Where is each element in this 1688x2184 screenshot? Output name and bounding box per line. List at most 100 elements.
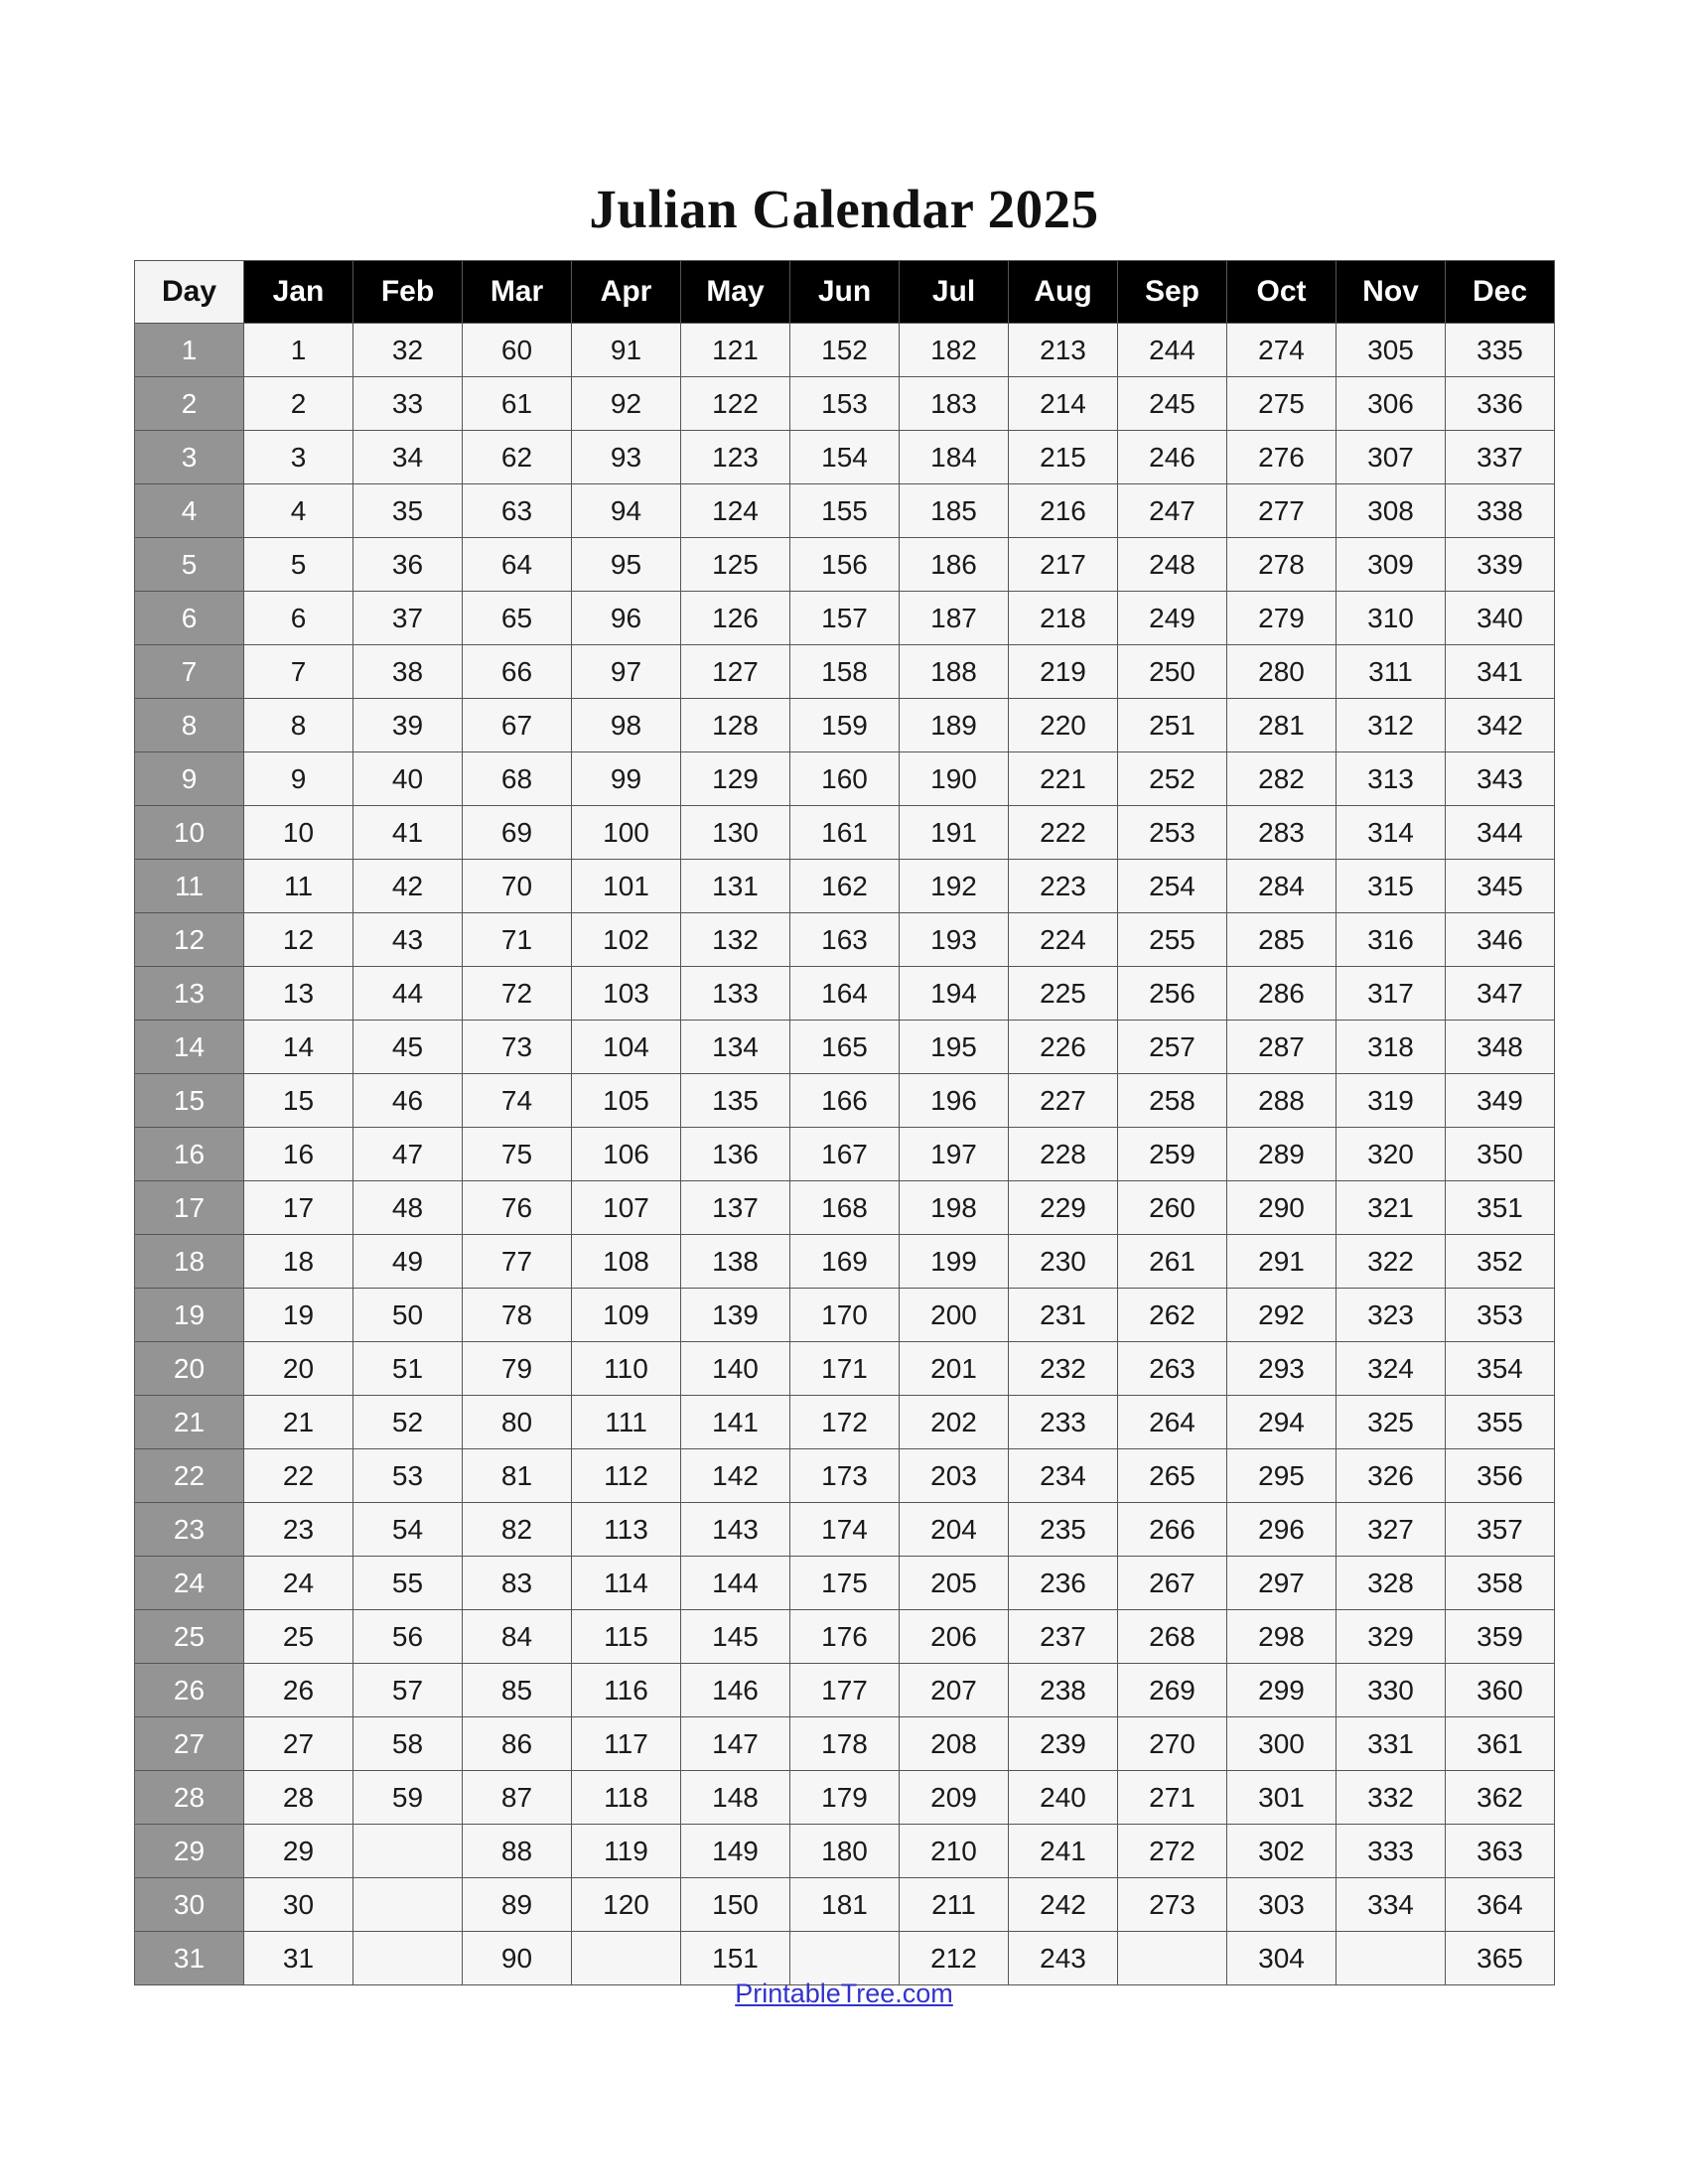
julian-day-cell: 358 [1445, 1556, 1555, 1610]
day-number-cell: 30 [134, 1877, 244, 1932]
julian-day-cell: 45 [352, 1020, 463, 1074]
julian-day-cell: 29 [243, 1824, 353, 1878]
table-row: 20 20 51 79 110 140 171 201 232 263 293 324 354 [134, 1341, 1555, 1396]
julian-day-cell: 204 [899, 1502, 1009, 1557]
table-row: 10 10 41 69 100 130 161 191 222 253 283 314 344 [134, 805, 1555, 860]
julian-day-cell: 291 [1226, 1234, 1336, 1289]
table-row: 9 9 40 68 99 129 160 190 221 252 282 313 343 [134, 751, 1555, 806]
julian-day-cell: 202 [899, 1395, 1009, 1449]
julian-day-cell: 77 [462, 1234, 572, 1289]
julian-day-cell: 98 [571, 698, 681, 752]
julian-day-cell: 153 [789, 376, 900, 431]
julian-day-cell: 13 [243, 966, 353, 1021]
julian-day-cell: 215 [1008, 430, 1118, 484]
julian-day-cell: 220 [1008, 698, 1118, 752]
julian-day-cell: 237 [1008, 1609, 1118, 1664]
julian-day-cell: 145 [680, 1609, 790, 1664]
julian-day-cell: 57 [352, 1663, 463, 1717]
julian-day-cell: 41 [352, 805, 463, 860]
table-row: 4 4 35 63 94 124 155 185 216 247 277 308 338 [134, 483, 1555, 538]
julian-day-cell: 219 [1008, 644, 1118, 699]
julian-day-cell: 12 [243, 912, 353, 967]
day-number-cell: 19 [134, 1288, 244, 1342]
julian-day-cell: 51 [352, 1341, 463, 1396]
julian-day-cell: 319 [1336, 1073, 1446, 1128]
julian-day-cell: 92 [571, 376, 681, 431]
julian-calendar-table-wrap: Day Jan Feb Mar Apr May Jun Jul Aug Sep Oct Nov Dec… [134, 260, 1555, 1985]
column-header-month: Apr [571, 260, 681, 324]
table-row: 29 29 88 119 149 180 210 241 272 302 333 363 [134, 1824, 1555, 1878]
julian-day-cell: 107 [571, 1180, 681, 1235]
julian-day-cell: 351 [1445, 1180, 1555, 1235]
julian-day-cell: 50 [352, 1288, 463, 1342]
day-number-cell: 29 [134, 1824, 244, 1878]
julian-day-cell: 121 [680, 323, 790, 377]
julian-day-cell: 112 [571, 1448, 681, 1503]
julian-day-cell: 35 [352, 483, 463, 538]
julian-day-cell: 122 [680, 376, 790, 431]
printabletree-link[interactable]: PrintableTree.com [735, 1979, 953, 2008]
julian-day-cell: 28 [243, 1770, 353, 1825]
julian-day-cell: 110 [571, 1341, 681, 1396]
column-header-month: Jan [243, 260, 353, 324]
julian-day-cell: 96 [571, 591, 681, 645]
day-number-cell: 2 [134, 376, 244, 431]
julian-day-cell: 214 [1008, 376, 1118, 431]
julian-day-cell: 200 [899, 1288, 1009, 1342]
julian-day-cell: 218 [1008, 591, 1118, 645]
julian-day-cell: 34 [352, 430, 463, 484]
julian-day-cell: 144 [680, 1556, 790, 1610]
julian-day-cell: 296 [1226, 1502, 1336, 1557]
julian-day-cell: 115 [571, 1609, 681, 1664]
day-number-cell: 13 [134, 966, 244, 1021]
julian-day-cell: 165 [789, 1020, 900, 1074]
column-header-month: Jun [789, 260, 900, 324]
julian-day-cell: 26 [243, 1663, 353, 1717]
julian-day-cell: 223 [1008, 859, 1118, 913]
julian-day-cell: 116 [571, 1663, 681, 1717]
julian-day-cell: 300 [1226, 1716, 1336, 1771]
julian-day-cell: 231 [1008, 1288, 1118, 1342]
julian-day-cell: 4 [243, 483, 353, 538]
day-number-cell: 1 [134, 323, 244, 377]
julian-day-cell: 329 [1336, 1609, 1446, 1664]
julian-day-cell: 331 [1336, 1716, 1446, 1771]
julian-day-cell: 14 [243, 1020, 353, 1074]
page-title: Julian Calendar 2025 [589, 178, 1099, 239]
column-header-month: Sep [1117, 260, 1227, 324]
julian-day-cell: 273 [1117, 1877, 1227, 1932]
julian-day-cell: 119 [571, 1824, 681, 1878]
day-number-cell: 31 [134, 1931, 244, 1985]
table-row: 14 14 45 73 104 134 165 195 226 257 287 318 348 [134, 1020, 1555, 1074]
day-number-cell: 6 [134, 591, 244, 645]
julian-day-cell: 142 [680, 1448, 790, 1503]
julian-day-cell: 141 [680, 1395, 790, 1449]
julian-day-cell: 247 [1117, 483, 1227, 538]
julian-day-cell: 193 [899, 912, 1009, 967]
julian-day-cell: 271 [1117, 1770, 1227, 1825]
julian-day-cell: 262 [1117, 1288, 1227, 1342]
julian-day-cell: 352 [1445, 1234, 1555, 1289]
julian-day-cell: 150 [680, 1877, 790, 1932]
julian-day-cell: 246 [1117, 430, 1227, 484]
julian-day-cell: 3 [243, 430, 353, 484]
julian-day-cell: 65 [462, 591, 572, 645]
julian-day-cell: 225 [1008, 966, 1118, 1021]
julian-day-cell: 85 [462, 1663, 572, 1717]
julian-day-cell: 347 [1445, 966, 1555, 1021]
julian-day-cell: 129 [680, 751, 790, 806]
julian-day-cell: 188 [899, 644, 1009, 699]
julian-day-cell: 353 [1445, 1288, 1555, 1342]
table-row: 19 19 50 78 109 139 170 200 231 262 292 323 353 [134, 1288, 1555, 1342]
julian-day-cell: 163 [789, 912, 900, 967]
julian-day-cell: 79 [462, 1341, 572, 1396]
julian-day-cell: 101 [571, 859, 681, 913]
julian-day-cell: 224 [1008, 912, 1118, 967]
julian-day-cell: 313 [1336, 751, 1446, 806]
julian-day-cell: 124 [680, 483, 790, 538]
julian-day-cell: 135 [680, 1073, 790, 1128]
julian-day-cell: 159 [789, 698, 900, 752]
julian-day-cell: 177 [789, 1663, 900, 1717]
julian-day-cell: 83 [462, 1556, 572, 1610]
column-header-month: Oct [1226, 260, 1336, 324]
